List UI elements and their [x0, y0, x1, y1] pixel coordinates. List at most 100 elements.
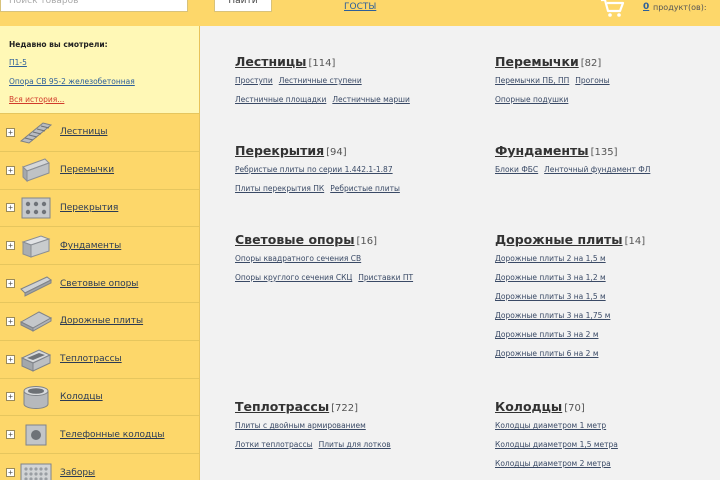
heating-channel-thumb-icon: [19, 346, 53, 372]
subcategory-link[interactable]: Лестничные площадки: [235, 95, 326, 104]
sidebar-item-fences[interactable]: + Заборы: [0, 454, 199, 480]
sidebar-item-wells[interactable]: + Колодцы: [0, 379, 199, 417]
category-count: [135]: [590, 147, 618, 158]
search-input[interactable]: [0, 0, 188, 12]
expand-plus-icon[interactable]: +: [6, 316, 15, 326]
category-title[interactable]: Лестницы: [235, 54, 306, 69]
sidebar-item-label[interactable]: Перекрытия: [60, 203, 118, 213]
expand-plus-icon[interactable]: +: [6, 241, 15, 251]
category-title[interactable]: Дорожные плиты: [495, 232, 623, 247]
sidebar-item-label[interactable]: Фундаменты: [60, 241, 121, 251]
fence-panel-thumb-icon: [19, 460, 53, 480]
sidebar-item-light-poles[interactable]: + Световые опоры: [0, 265, 199, 303]
subcategory-link[interactable]: Дорожные плиты 3 на 1,2 м: [495, 273, 606, 282]
expand-plus-icon[interactable]: +: [6, 430, 15, 440]
category-count: [70]: [564, 403, 585, 414]
sidebar-item-road-slabs[interactable]: + Дорожные плиты: [0, 303, 199, 341]
sidebar-item-label[interactable]: Колодцы: [60, 392, 103, 402]
category-block-stairs: Лестницы [114] Проступи Лестничные ступени…: [235, 51, 410, 104]
light-pole-thumb-icon: [19, 271, 53, 297]
stairs-thumb-icon: [19, 119, 53, 145]
search-button[interactable]: Найти: [214, 0, 272, 12]
category-count: [722]: [331, 403, 359, 414]
category-block-wells: Колодцы [70] Колодцы диаметром 1 метр Кол…: [495, 396, 618, 468]
category-title[interactable]: Световые опоры: [235, 232, 355, 247]
subcategory-link[interactable]: Опоры круглого сечения СКЦ: [235, 273, 352, 282]
sidebar-item-label[interactable]: Заборы: [60, 468, 95, 478]
sidebar-item-label[interactable]: Дорожные плиты: [60, 316, 143, 326]
recent-item[interactable]: Опора СВ 95-2 железобетонная: [9, 77, 190, 86]
sidebar-item-heating-mains[interactable]: + Теплотрассы: [0, 341, 199, 379]
subcategory-link[interactable]: Ленточный фундамент ФЛ: [544, 165, 650, 174]
subcategory-link[interactable]: Колодцы диаметром 2 метра: [495, 459, 611, 468]
sidebar-item-label[interactable]: Перемычки: [60, 165, 114, 175]
category-count: [14]: [624, 236, 646, 247]
sidebar-item-label[interactable]: Телефонные колодцы: [60, 430, 164, 440]
category-title[interactable]: Перекрытия: [235, 143, 324, 158]
well-ring-thumb-icon: [19, 384, 53, 410]
subcategory-link[interactable]: Дорожные плиты 3 на 1,5 м: [495, 292, 606, 301]
subcategory-link[interactable]: Опорные подушки: [495, 95, 568, 104]
category-block-road-slabs: Дорожные плиты [14] Дорожные плиты 2 на 1…: [495, 229, 645, 358]
sidebar-item-lintels[interactable]: + Перемычки: [0, 152, 199, 190]
subcategory-link[interactable]: Перемычки ПБ, ПП: [495, 76, 569, 85]
subcategory-link[interactable]: Дорожные плиты 3 на 2 м: [495, 330, 598, 339]
subcategory-link[interactable]: Плиты перекрытия ПК: [235, 184, 324, 193]
expand-plus-icon[interactable]: +: [6, 279, 15, 289]
subcategory-link[interactable]: Опоры квадратного сечения СВ: [235, 254, 361, 263]
subcategory-link[interactable]: Проступи: [235, 76, 273, 85]
subcategory-link[interactable]: Прогоны: [575, 76, 609, 85]
category-title[interactable]: Фундаменты: [495, 143, 589, 158]
category-title[interactable]: Теплотрассы: [235, 399, 329, 414]
category-title[interactable]: Колодцы: [495, 399, 562, 414]
category-count: [82]: [580, 58, 602, 69]
category-title[interactable]: Перемычки: [495, 54, 579, 69]
category-block-lintels: Перемычки [82] Перемычки ПБ, ПП Прогоны Оп…: [495, 51, 610, 104]
subcategory-link[interactable]: Ребристые плиты по серии 1.442.1-1.87: [235, 165, 393, 174]
road-slab-thumb-icon: [19, 308, 53, 334]
subcategory-link[interactable]: Блоки ФБС: [495, 165, 538, 174]
category-count: [114]: [308, 58, 336, 69]
sidebar-item-label[interactable]: Лестницы: [60, 127, 107, 137]
all-history-link[interactable]: Вся история...: [9, 95, 190, 104]
cart-label: продукт(ов):: [653, 3, 707, 12]
gosty-link[interactable]: ГОСТЫ: [344, 2, 376, 12]
subcategory-link[interactable]: Дорожные плиты 2 на 1,5 м: [495, 254, 606, 263]
foundation-block-thumb-icon: [19, 233, 53, 259]
recently-viewed-title: Недавно вы смотрели:: [9, 40, 108, 49]
subcategory-link[interactable]: Плиты для лотков: [319, 440, 391, 449]
subcategory-link[interactable]: Лотки теплотрассы: [235, 440, 313, 449]
recently-viewed: Недавно вы смотрели: П1-5 Опора СВ 95-2 …: [0, 26, 199, 114]
expand-plus-icon[interactable]: +: [6, 203, 15, 213]
expand-plus-icon[interactable]: +: [6, 127, 15, 137]
expand-plus-icon[interactable]: +: [6, 392, 15, 402]
subcategory-link[interactable]: Колодцы диаметром 1,5 метра: [495, 440, 618, 449]
sidebar-item-stairs[interactable]: + Лестницы: [0, 114, 199, 152]
sidebar-item-foundations[interactable]: + Фундаменты: [0, 227, 199, 266]
header-bar: Найти ГОСТЫ 0 продукт(ов):: [0, 0, 720, 26]
subcategory-link[interactable]: Дорожные плиты 6 на 2 м: [495, 349, 598, 358]
category-block-light-poles: Световые опоры [16] Опоры квадратного сеч…: [235, 229, 413, 282]
expand-plus-icon[interactable]: +: [6, 468, 15, 478]
sidebar: Недавно вы смотрели: П1-5 Опора СВ 95-2 …: [0, 26, 200, 480]
recent-item[interactable]: П1-5: [9, 58, 190, 67]
expand-plus-icon[interactable]: +: [6, 165, 15, 175]
sidebar-item-slabs[interactable]: + Перекрытия: [0, 190, 199, 228]
subcategory-link[interactable]: Плиты с двойным армированием: [235, 421, 366, 430]
sidebar-item-phone-wells[interactable]: + Телефонные колодцы: [0, 416, 199, 455]
catalog-main: Лестницы [114] Проступи Лестничные ступени…: [200, 26, 720, 480]
shopping-cart-icon[interactable]: [600, 0, 626, 18]
expand-plus-icon[interactable]: +: [6, 354, 15, 364]
sidebar-item-label[interactable]: Световые опоры: [60, 279, 138, 289]
subcategory-link[interactable]: Дорожные плиты 3 на 1,75 м: [495, 311, 610, 320]
subcategory-link[interactable]: Ребристые плиты: [330, 184, 400, 193]
sidebar-item-label[interactable]: Теплотрассы: [60, 354, 122, 364]
subcategory-link[interactable]: Лестничные марши: [332, 95, 410, 104]
category-block-foundations: Фундаменты [135] Блоки ФБС Ленточный фунда…: [495, 140, 650, 174]
category-count: [94]: [326, 147, 347, 158]
subcategory-link[interactable]: Колодцы диаметром 1 метр: [495, 421, 606, 430]
category-menu: + Лестницы + Перемычки + Перекрытия + Фу…: [0, 114, 199, 480]
subcategory-link[interactable]: Лестничные ступени: [279, 76, 362, 85]
cart-count[interactable]: 0: [643, 2, 649, 12]
subcategory-link[interactable]: Приставки ПТ: [358, 273, 413, 282]
